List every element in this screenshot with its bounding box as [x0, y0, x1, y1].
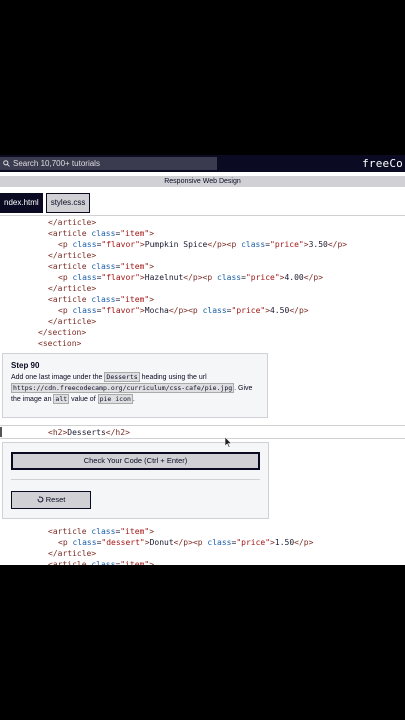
- action-panel: Check Your Code (Ctrl + Enter) Reset: [2, 442, 269, 519]
- top-nav: Search 10,700+ tutorials freeCo: [0, 155, 405, 172]
- code-line: <p class="dessert">Donut</p><p class="pr…: [58, 538, 314, 547]
- code-line: </section>: [38, 328, 87, 337]
- code-line: </article>: [48, 549, 97, 558]
- inline-code-desserts: Desserts: [104, 372, 140, 382]
- code-line: <article class="item">: [48, 295, 155, 304]
- step-text: heading using the url: [139, 374, 207, 381]
- tabs-divider: [0, 215, 405, 216]
- code-line: <section>: [38, 339, 82, 348]
- step-title: Step 90: [11, 361, 40, 370]
- mouse-pointer-icon: [225, 437, 232, 448]
- inline-code-pie-icon: pie icon: [97, 394, 133, 404]
- tab-styles-css[interactable]: styles.css: [45, 193, 91, 213]
- step-instructions: Step 90 Add one last image under the Des…: [2, 353, 268, 418]
- text-cursor: [0, 427, 2, 437]
- reset-button[interactable]: Reset: [11, 491, 91, 509]
- code-line: </article>: [48, 218, 97, 227]
- inline-code-url: https://cdn.freecodecamp.org/curriculum/…: [11, 383, 235, 393]
- inline-code-alt: alt: [53, 394, 70, 404]
- editor-screen: Search 10,700+ tutorials freeCo Responsi…: [0, 155, 405, 565]
- step-description: Add one last image under the Desserts he…: [11, 372, 259, 405]
- code-line: <article class="item">: [48, 229, 155, 238]
- search-bar[interactable]: Search 10,700+ tutorials: [0, 157, 217, 170]
- reset-label: Reset: [45, 495, 66, 504]
- file-tabs: ndex.html styles.css: [0, 193, 91, 215]
- search-placeholder: Search 10,700+ tutorials: [13, 159, 100, 168]
- step-text: Add one last image under the: [11, 374, 105, 381]
- code-line: <article class="item">: [48, 527, 155, 536]
- code-line: <p class="flavor">Mocha</p><p class="pri…: [58, 306, 309, 315]
- step-text: value of: [69, 396, 98, 403]
- code-line: <p class="flavor">Pumpkin Spice</p><p cl…: [58, 240, 348, 249]
- search-icon: [3, 160, 10, 167]
- check-code-button[interactable]: Check Your Code (Ctrl + Enter): [11, 452, 260, 470]
- code-line: </article>: [48, 284, 97, 293]
- code-line: </article>: [48, 317, 97, 326]
- brand-logo[interactable]: freeCo: [362, 155, 405, 172]
- divider: [11, 479, 260, 480]
- tab-index-html[interactable]: ndex.html: [0, 193, 43, 213]
- reset-icon: [37, 496, 44, 503]
- code-line: <article class="item">: [48, 262, 155, 271]
- code-line: <article class="item">: [48, 560, 155, 565]
- code-line: <p class="flavor">Hazelnut</p><p class="…: [58, 273, 324, 282]
- code-line: </article>: [48, 251, 97, 260]
- step-text: .: [132, 396, 135, 403]
- breadcrumb[interactable]: Responsive Web Design: [0, 176, 405, 187]
- active-editable-line[interactable]: [0, 425, 405, 439]
